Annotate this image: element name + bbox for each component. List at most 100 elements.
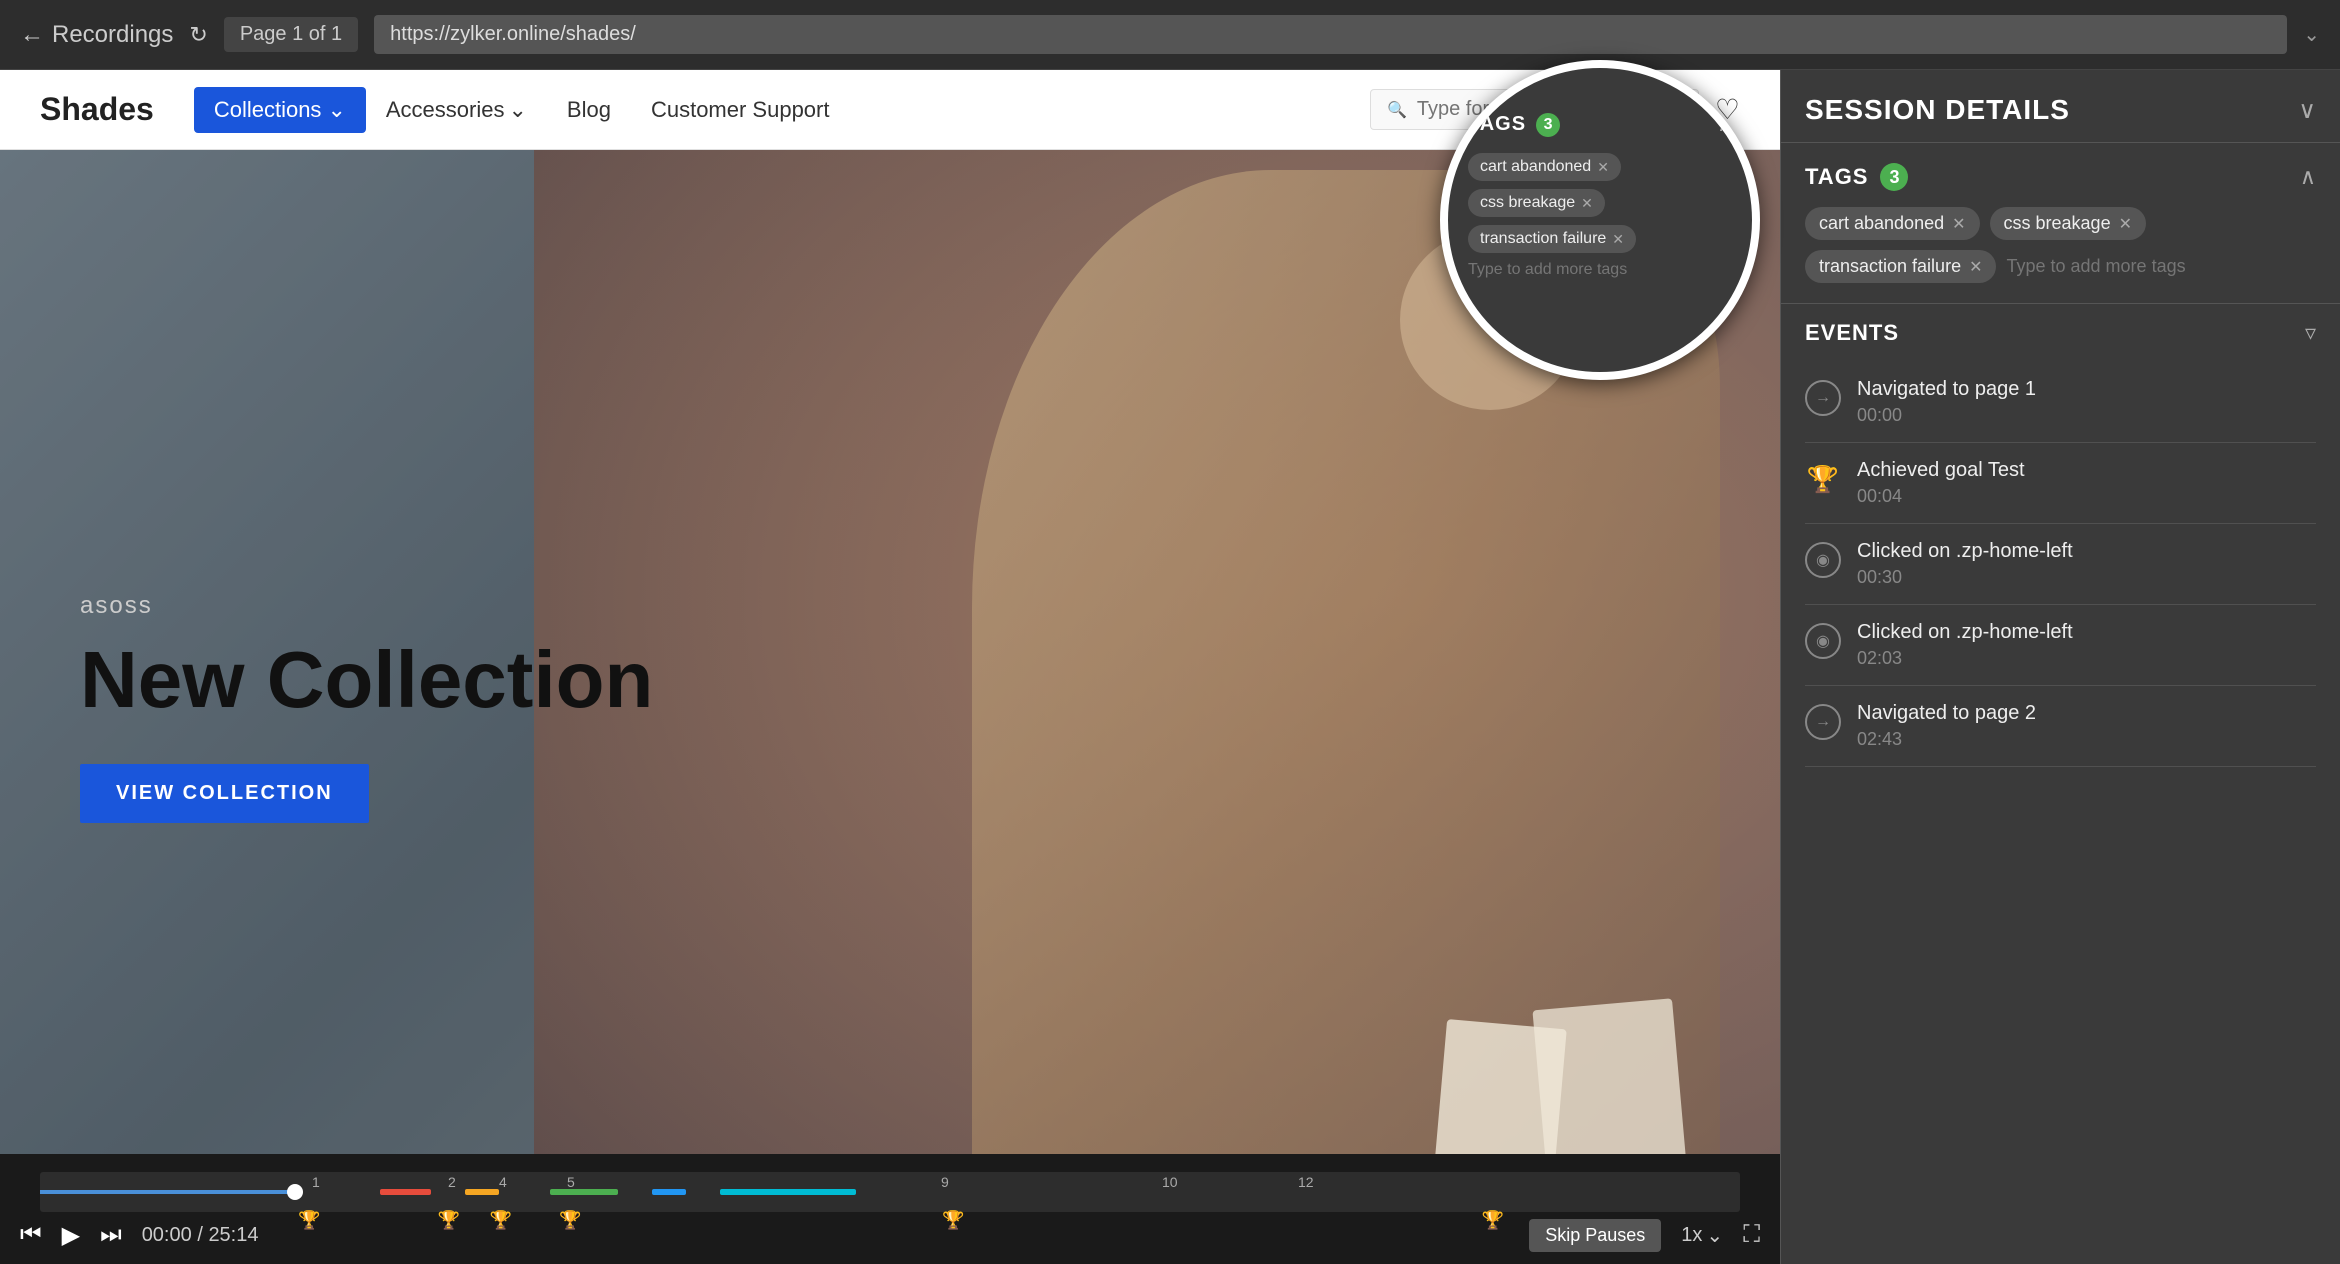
tag-transaction-failure-remove[interactable]: ✕ xyxy=(1969,257,1982,277)
nav-collections[interactable]: Collections ⌄ xyxy=(194,87,366,133)
event-navigate-1[interactable]: → Navigated to page 1 00:00 xyxy=(1805,362,2316,443)
magnifier-tag-transaction-remove[interactable]: ✕ xyxy=(1612,231,1624,248)
collapse-button[interactable]: ∨ xyxy=(2298,96,2316,125)
magnifier-tag-css-remove[interactable]: ✕ xyxy=(1581,195,1593,212)
tags-section: TAGS 3 ∧ cart abandoned ✕ css breakage ✕… xyxy=(1781,143,2340,304)
event-navigate-icon-1: → xyxy=(1805,380,1841,416)
tags-collapse-button[interactable]: ∧ xyxy=(2300,164,2316,190)
magnifier-tag-cart-remove[interactable]: ✕ xyxy=(1597,159,1609,176)
browser-bar: ← Recordings ↻ Page 1 of 1 ⌄ xyxy=(0,0,2340,70)
tag-css-breakage-label: css breakage xyxy=(2004,213,2111,234)
hero-content: asoss New Collection VIEW COLLECTION xyxy=(0,532,733,883)
navigate-circle-icon-2: → xyxy=(1805,704,1841,740)
recordings-label: Recordings xyxy=(52,21,173,49)
speed-button[interactable]: 1x ⌄ xyxy=(1681,1223,1723,1248)
nav-blog[interactable]: Blog xyxy=(547,87,631,133)
play-button[interactable]: ▶ xyxy=(62,1221,80,1250)
accessories-chevron-icon: ⌄ xyxy=(508,97,526,123)
event-name-2: Achieved goal Test xyxy=(1857,459,2316,482)
timeline-track[interactable]: 1 2 4 5 9 10 12 xyxy=(40,1172,1740,1212)
event-info-2: Achieved goal Test 00:04 xyxy=(1857,459,2316,507)
event-time-3: 00:30 xyxy=(1857,567,2316,588)
hero-title: New Collection xyxy=(80,636,653,724)
nav-customer-support[interactable]: Customer Support xyxy=(631,87,850,133)
back-arrow-icon: ← xyxy=(20,21,44,49)
event-name-5: Navigated to page 2 xyxy=(1857,702,2316,725)
trophy-marker-4: 🏆 xyxy=(559,1210,581,1231)
magnifier-tag-css: css breakage ✕ xyxy=(1468,189,1605,217)
event-info-3: Clicked on .zp-home-left 00:30 xyxy=(1857,540,2316,588)
timeline-thumb[interactable] xyxy=(287,1184,303,1200)
view-collection-button[interactable]: VIEW COLLECTION xyxy=(80,764,369,823)
tags-row: cart abandoned ✕ css breakage ✕ transact… xyxy=(1805,207,2316,283)
marker-10: 10 xyxy=(1162,1174,1178,1190)
event-name-3: Clicked on .zp-home-left xyxy=(1857,540,2316,563)
event-click-icon-1: ◉ xyxy=(1805,542,1841,578)
marker-12: 12 xyxy=(1298,1174,1314,1190)
event-click-2[interactable]: ◉ Clicked on .zp-home-left 02:03 xyxy=(1805,605,2316,686)
tag-cart-abandoned-remove[interactable]: ✕ xyxy=(1952,214,1965,234)
tags-count-badge: 3 xyxy=(1880,163,1908,191)
magnifier-content: TAGS 3 ∧ cart abandoned ✕ css breakage ✕… xyxy=(1448,68,1752,303)
collections-chevron-icon: ⌄ xyxy=(327,97,345,123)
event-navigate-2[interactable]: → Navigated to page 2 02:43 xyxy=(1805,686,2316,767)
event-trophy-1[interactable]: 🏆 Achieved goal Test 00:04 xyxy=(1805,443,2316,524)
time-display: 00:00 / 25:14 xyxy=(142,1224,259,1247)
color-bar-event1 xyxy=(380,1189,431,1195)
event-name-4: Clicked on .zp-home-left xyxy=(1857,621,2316,644)
main-area: Shades Collections ⌄ Accessories ⌄ Blog … xyxy=(0,70,2340,1264)
tags-input[interactable] xyxy=(2006,256,2238,277)
trophy-marker-3: 🏆 xyxy=(490,1210,512,1231)
session-title: SESSION DETAILS xyxy=(1805,94,2070,126)
speed-chevron-icon: ⌄ xyxy=(1706,1223,1723,1248)
page-indicator: Page 1 of 1 xyxy=(224,17,358,52)
marker-9: 9 xyxy=(941,1174,949,1190)
marker-2: 2 xyxy=(448,1174,456,1190)
collections-label: Collections xyxy=(214,97,322,123)
events-header: EVENTS ▿ xyxy=(1805,320,2316,346)
magnifier-tags-row: cart abandoned ✕ css breakage ✕ transact… xyxy=(1468,153,1732,279)
trophy-marker-1: 🏆 xyxy=(298,1210,320,1231)
events-section: EVENTS ▿ → Navigated to page 1 00:00 🏆 xyxy=(1781,304,2340,1264)
tag-css-breakage-remove[interactable]: ✕ xyxy=(2119,214,2132,234)
playback-bar: 1 2 4 5 9 10 12 🏆 🏆 🏆 🏆 🏆 🏆 xyxy=(0,1154,1780,1264)
refresh-icon: ↻ xyxy=(189,22,207,47)
marker-1: 1 xyxy=(312,1174,320,1190)
search-icon: 🔍 xyxy=(1387,100,1407,120)
magnifier-tags-count: 3 xyxy=(1536,113,1560,137)
tag-transaction-failure: transaction failure ✕ xyxy=(1805,250,1996,283)
url-bar[interactable] xyxy=(374,15,2287,54)
refresh-button[interactable]: ↻ xyxy=(189,22,207,48)
color-bar-event3 xyxy=(550,1189,618,1195)
skip-forward-button[interactable]: ⏭ xyxy=(100,1221,122,1249)
event-time-1: 00:00 xyxy=(1857,405,2316,426)
magnifier-tag-transaction: transaction failure ✕ xyxy=(1468,225,1636,253)
skip-back-button[interactable]: ⏮ xyxy=(20,1221,42,1249)
trophy-marker-5: 🏆 xyxy=(942,1210,964,1231)
magnifier-tags-input[interactable] xyxy=(1468,261,1675,279)
magnifier-tag-cart: cart abandoned ✕ xyxy=(1468,153,1621,181)
trophy-marker-2: 🏆 xyxy=(438,1210,460,1231)
event-time-2: 00:04 xyxy=(1857,486,2316,507)
event-info-4: Clicked on .zp-home-left 02:03 xyxy=(1857,621,2316,669)
event-name-1: Navigated to page 1 xyxy=(1857,378,2316,401)
timeline-progress xyxy=(40,1190,295,1194)
color-bar-event5 xyxy=(720,1189,856,1195)
magnifier-tags-label: TAGS xyxy=(1468,113,1526,136)
timeline-container[interactable]: 1 2 4 5 9 10 12 🏆 🏆 🏆 🏆 🏆 🏆 xyxy=(20,1162,1760,1206)
fullscreen-button[interactable]: ⛶ xyxy=(1743,1221,1760,1249)
marker-4: 4 xyxy=(499,1174,507,1190)
event-info-1: Navigated to page 1 00:00 xyxy=(1857,378,2316,426)
events-filter-button[interactable]: ▿ xyxy=(2305,320,2316,346)
trophy-marker-6: 🏆 xyxy=(1482,1210,1504,1231)
tags-label: TAGS xyxy=(1805,164,1868,190)
skip-pauses-button[interactable]: Skip Pauses xyxy=(1529,1219,1661,1252)
click-circle-icon-1: ◉ xyxy=(1805,542,1841,578)
tags-header: TAGS 3 ∧ xyxy=(1805,163,2316,191)
nav-accessories[interactable]: Accessories ⌄ xyxy=(366,87,547,133)
back-button[interactable]: ← Recordings xyxy=(20,21,173,49)
event-trophy-icon: 🏆 xyxy=(1805,461,1841,497)
event-time-4: 02:03 xyxy=(1857,648,2316,669)
color-bar-event2 xyxy=(465,1189,499,1195)
event-click-1[interactable]: ◉ Clicked on .zp-home-left 00:30 xyxy=(1805,524,2316,605)
